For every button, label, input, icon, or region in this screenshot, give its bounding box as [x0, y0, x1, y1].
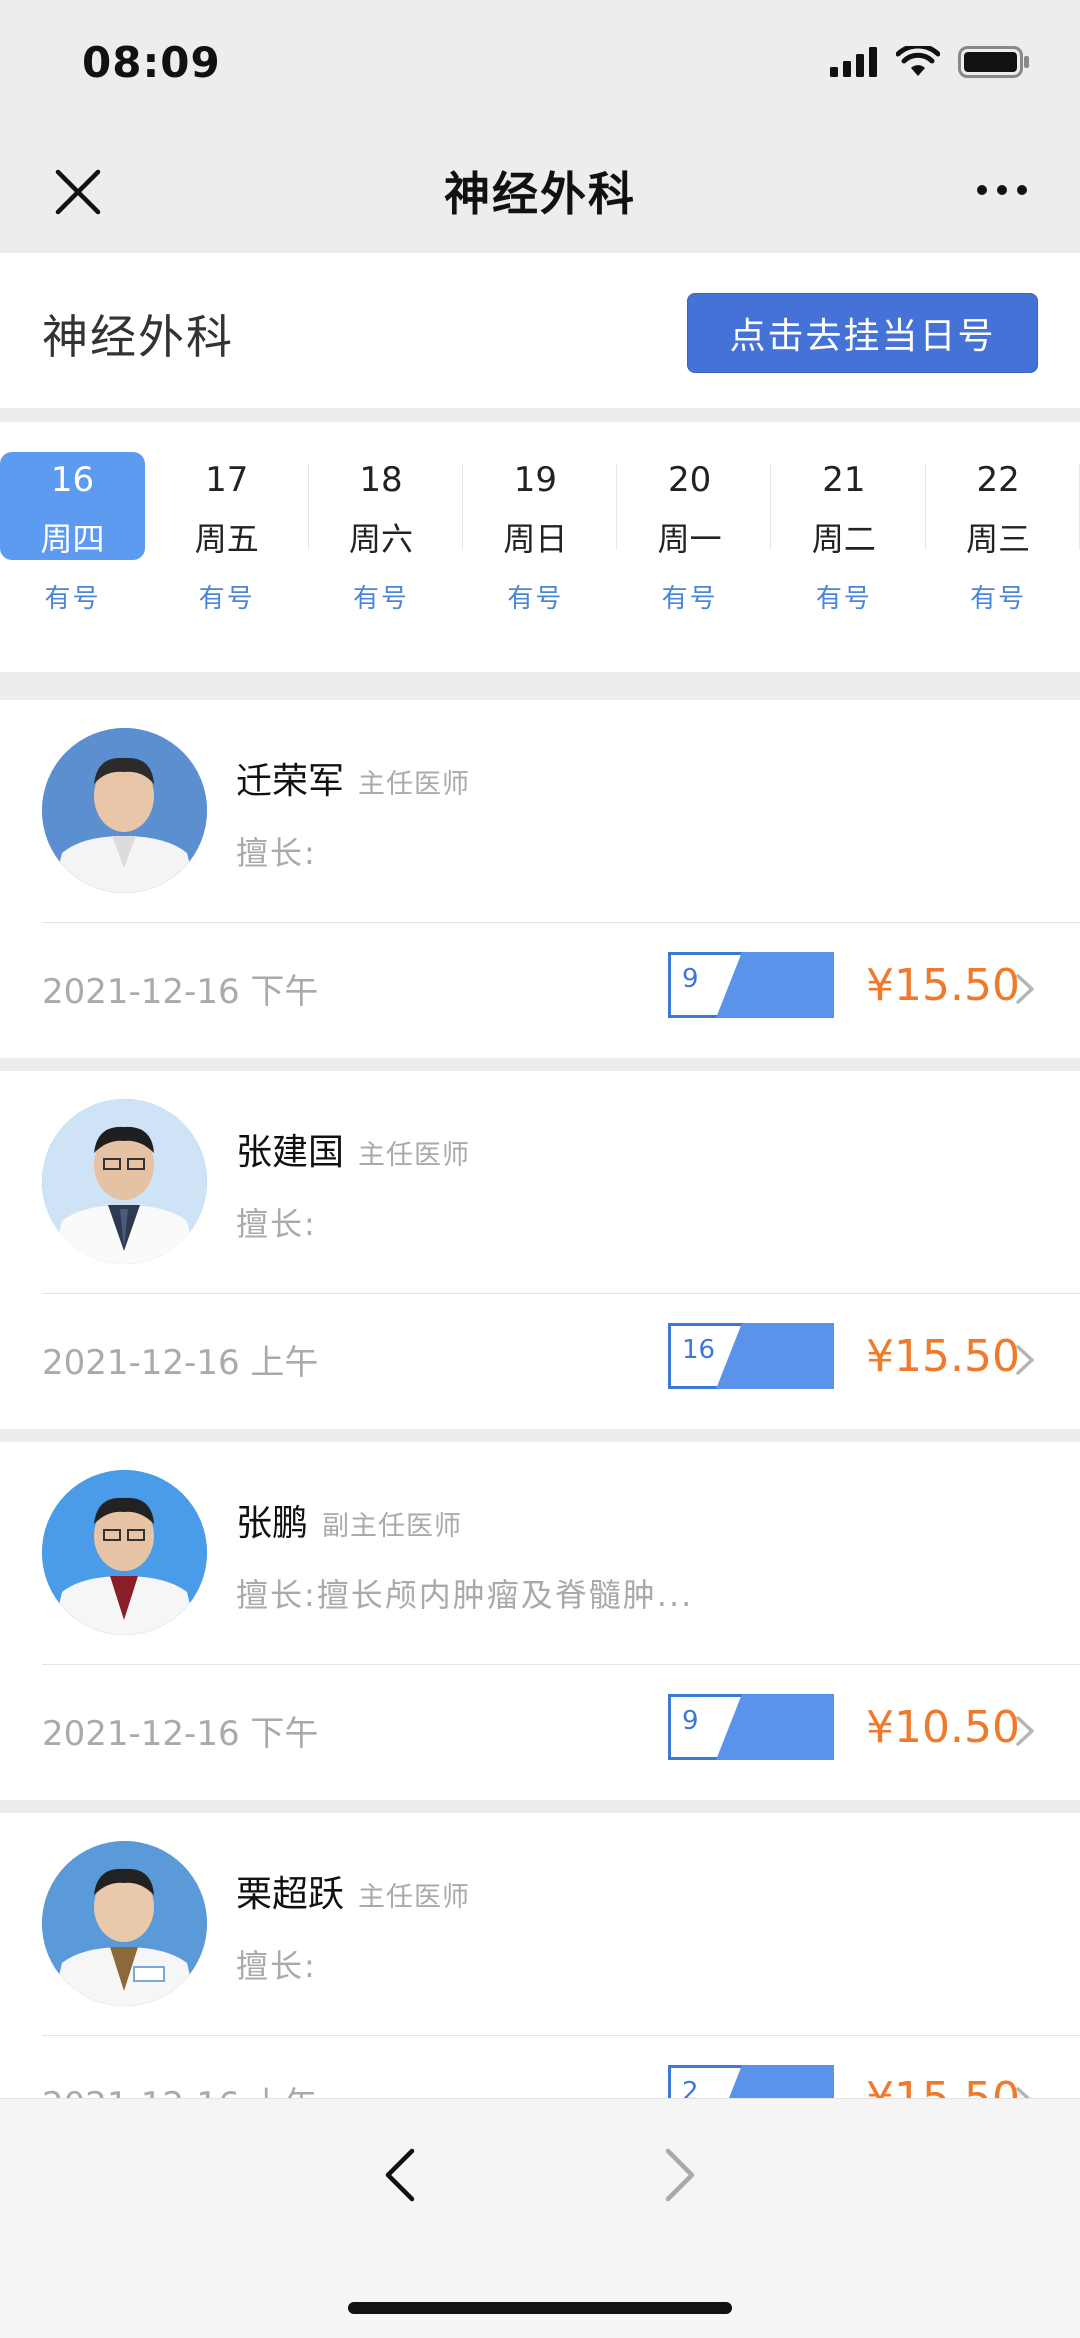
chevron-right-icon [1016, 1716, 1034, 1746]
back-arrow-icon[interactable] [380, 2145, 420, 2205]
doctor-card[interactable]: 张建国 主任医师 擅长: 2021-12-16 上午 16 ¥15.50 [0, 1071, 1080, 1429]
doctor-avatar [42, 1841, 207, 2006]
price: ¥10.50 [866, 1702, 1020, 1753]
doctor-specialty: 擅长: [236, 1205, 317, 1243]
date-day: 21 [822, 460, 866, 500]
date-availability: 有号 [44, 584, 101, 614]
department-header: 神经外科 点击去挂当日号 [0, 253, 1080, 408]
chevron-right-icon [1016, 1345, 1034, 1375]
nav-bar: 神经外科 [0, 130, 1080, 252]
quota-badge: 16 [668, 1323, 834, 1389]
slot-date: 2021-12-16 下午 [42, 972, 319, 1012]
doctor-specialty: 擅长:擅长颅内肿瘤及脊髓肿... [236, 1576, 694, 1614]
battery-icon [958, 46, 1029, 78]
date-day: 17 [205, 460, 249, 500]
doctor-avatar [42, 728, 207, 893]
doctor-name: 张鹏 [236, 1503, 309, 1544]
date-tab[interactable]: 17 周五 有号 [154, 422, 309, 672]
date-tab[interactable]: 22 周三 有号 [926, 422, 1080, 672]
date-weekday: 周一 [657, 520, 722, 558]
forward-arrow-icon[interactable] [660, 2145, 700, 2205]
quota-badge: 9 [668, 952, 834, 1018]
page-title: 神经外科 [444, 167, 636, 221]
divider [42, 2035, 1080, 2036]
price: ¥15.50 [866, 960, 1020, 1011]
doctor-specialty: 擅长: [236, 834, 317, 872]
doctor-title: 主任医师 [358, 1882, 471, 1913]
doctor-title: 主任医师 [358, 1140, 471, 1171]
date-weekday: 周日 [503, 520, 568, 558]
date-availability: 有号 [198, 584, 255, 614]
department-name: 神经外科 [42, 310, 234, 364]
divider [42, 1664, 1080, 1665]
doctor-name-line: 张建国 主任医师 [236, 1123, 470, 1175]
slot-date: 2021-12-16 下午 [42, 1714, 319, 1754]
status-icons [830, 46, 1030, 78]
date-day: 19 [513, 460, 557, 500]
quota-badge: 9 [668, 1694, 834, 1760]
date-tab[interactable]: 19 周日 有号 [463, 422, 618, 672]
divider [42, 922, 1080, 923]
date-availability: 有号 [661, 584, 718, 614]
date-tab[interactable]: 20 周一 有号 [617, 422, 772, 672]
doctor-card[interactable]: 迁荣军 主任医师 擅长: 2021-12-16 下午 9 ¥15.50 [0, 700, 1080, 1058]
doctor-avatar [42, 1470, 207, 1635]
date-availability: 有号 [507, 584, 564, 614]
date-tab[interactable]: 16 周四 有号 [0, 422, 154, 672]
date-availability: 有号 [353, 584, 410, 614]
doctor-name-line: 栗超跃 主任医师 [236, 1865, 470, 1917]
date-availability: 有号 [815, 584, 872, 614]
doctor-title: 副主任医师 [322, 1511, 463, 1542]
date-day: 20 [667, 460, 712, 500]
quota-count: 16 [682, 1335, 716, 1365]
date-tab[interactable]: 21 周二 有号 [771, 422, 926, 672]
doctor-title: 主任医师 [358, 769, 471, 800]
date-selector: 16 周四 有号 17 周五 有号 18 周六 有号 19 周日 有号 20 周… [0, 422, 1080, 672]
quota-count: 9 [682, 964, 699, 994]
doctor-card[interactable]: 张鹏 副主任医师 擅长:擅长颅内肿瘤及脊髓肿... 2021-12-16 下午 9… [0, 1442, 1080, 1800]
doctor-specialty: 擅长: [236, 1947, 317, 1985]
chevron-right-icon [1016, 974, 1034, 1004]
wifi-icon [896, 46, 940, 76]
slot-date: 2021-12-16 上午 [42, 1343, 319, 1383]
date-day: 22 [976, 460, 1020, 500]
date-day: 18 [359, 460, 403, 500]
doctor-avatar [42, 1099, 207, 1264]
doctor-name-line: 张鹏 副主任医师 [236, 1494, 462, 1546]
date-weekday: 周五 [194, 520, 259, 558]
date-day: 16 [50, 460, 95, 500]
divider [42, 1293, 1080, 1294]
quota-count: 9 [682, 1706, 699, 1736]
status-bar: 08:09 [0, 0, 1080, 130]
date-weekday: 周二 [811, 520, 876, 558]
doctor-name-line: 迁荣军 主任医师 [236, 752, 470, 804]
date-weekday: 周三 [966, 520, 1031, 558]
status-time: 08:09 [82, 38, 221, 87]
doctor-name: 张建国 [236, 1132, 345, 1173]
date-availability: 有号 [970, 584, 1027, 614]
home-indicator[interactable] [348, 2302, 732, 2314]
date-tab[interactable]: 18 周六 有号 [309, 422, 463, 672]
signal-icon [830, 47, 877, 77]
date-weekday: 周六 [349, 520, 414, 558]
register-today-button[interactable]: 点击去挂当日号 [687, 293, 1038, 373]
date-weekday: 周四 [40, 520, 105, 558]
doctor-name: 迁荣军 [236, 761, 345, 802]
doctor-name: 栗超跃 [236, 1874, 345, 1915]
price: ¥15.50 [866, 1331, 1020, 1382]
more-icon[interactable] [974, 180, 1030, 200]
